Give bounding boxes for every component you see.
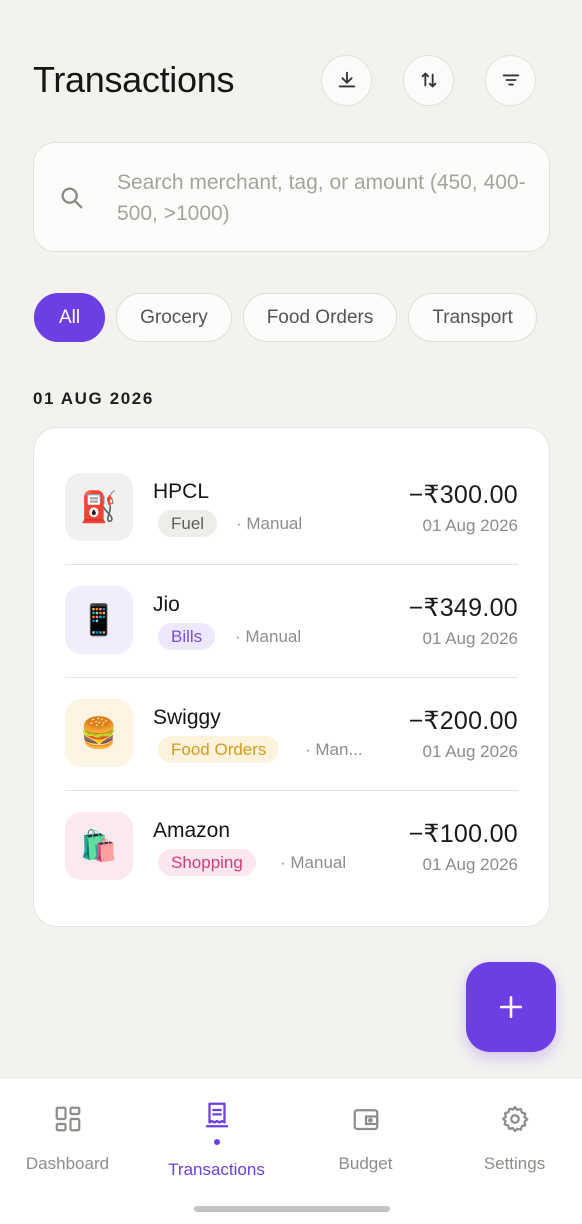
merchant-name: Swiggy bbox=[153, 706, 221, 729]
transactions-card: ⛽ HPCL Fuel · Manual −₹300.00 01 Aug 202… bbox=[33, 427, 550, 927]
transaction-date: 01 Aug 2026 bbox=[422, 742, 518, 761]
page-header: Transactions bbox=[33, 52, 536, 108]
source-label: · Manual bbox=[236, 514, 303, 533]
transaction-row[interactable]: 🛍️ Amazon Shopping · Manual −₹100.00 01 … bbox=[65, 790, 518, 903]
section-date: 01 AUG 2026 bbox=[33, 389, 154, 408]
source-text: Manual bbox=[246, 514, 303, 533]
category-tag: Bills bbox=[158, 623, 216, 650]
add-transaction-button[interactable] bbox=[466, 962, 556, 1052]
nav-transactions[interactable]: Transactions bbox=[144, 1078, 289, 1198]
category-tag: Shopping bbox=[158, 849, 256, 876]
download-icon bbox=[338, 71, 355, 88]
merchant-name: Amazon bbox=[153, 819, 231, 842]
source-label: · Manual bbox=[280, 853, 347, 872]
category-tag: Fuel bbox=[158, 510, 218, 537]
home-indicator bbox=[194, 1206, 390, 1212]
category-chips: All Grocery Food Orders Transport bbox=[34, 293, 550, 343]
gear-icon bbox=[501, 1106, 528, 1132]
download-button[interactable] bbox=[321, 54, 372, 106]
nav-label: Settings bbox=[483, 1154, 546, 1173]
transaction-date: 01 Aug 2026 bbox=[422, 629, 518, 648]
amount: −₹349.00 bbox=[408, 594, 518, 622]
fuel-pump-icon: ⛽ bbox=[65, 473, 133, 541]
search-icon bbox=[61, 187, 83, 209]
merchant-name: HPCL bbox=[153, 480, 210, 503]
chip-transport[interactable]: Transport bbox=[408, 293, 537, 342]
transaction-row[interactable]: ⛽ HPCL Fuel · Manual −₹300.00 01 Aug 202… bbox=[65, 428, 518, 541]
nav-label: Transactions bbox=[168, 1160, 265, 1179]
source-text: Manual bbox=[290, 853, 347, 872]
burger-icon: 🍔 bbox=[65, 699, 133, 767]
page-title: Transactions bbox=[33, 59, 235, 100]
nav-label: Budget bbox=[338, 1154, 393, 1173]
active-indicator bbox=[213, 1139, 220, 1145]
shopping-bags-icon: 🛍️ bbox=[65, 812, 133, 880]
plus-icon bbox=[499, 995, 523, 1019]
search-input[interactable]: Search merchant, tag, or amount (450, 40… bbox=[117, 167, 527, 229]
filter-button[interactable] bbox=[485, 54, 536, 106]
nav-label: Dashboard bbox=[25, 1154, 110, 1173]
chip-all[interactable]: All bbox=[34, 293, 106, 342]
chip-grocery[interactable]: Grocery bbox=[116, 293, 232, 342]
source-label: · Man... bbox=[305, 740, 363, 759]
amount: −₹300.00 bbox=[408, 481, 518, 509]
source-text: Man... bbox=[315, 740, 363, 759]
transaction-date: 01 Aug 2026 bbox=[422, 516, 518, 535]
dashboard-icon bbox=[55, 1106, 80, 1132]
transaction-row[interactable]: 📱 Jio Bills · Manual −₹349.00 01 Aug 202… bbox=[65, 564, 518, 677]
bottom-nav: Dashboard Transactions Budget Settings bbox=[0, 1077, 582, 1224]
sort-button[interactable] bbox=[403, 54, 454, 106]
header-actions bbox=[321, 54, 536, 106]
receipt-icon bbox=[205, 1102, 228, 1128]
search-box[interactable]: Search merchant, tag, or amount (450, 40… bbox=[33, 142, 550, 252]
nav-dashboard[interactable]: Dashboard bbox=[0, 1078, 140, 1198]
merchant-name: Jio bbox=[153, 593, 180, 616]
amount: −₹200.00 bbox=[408, 707, 518, 735]
transaction-date: 01 Aug 2026 bbox=[422, 855, 518, 874]
nav-budget[interactable]: Budget bbox=[293, 1078, 438, 1198]
source-label: · Manual bbox=[235, 627, 302, 646]
nav-settings[interactable]: Settings bbox=[442, 1078, 582, 1198]
sort-icon bbox=[421, 72, 436, 88]
amount: −₹100.00 bbox=[408, 820, 518, 848]
mobile-phone-icon: 📱 bbox=[65, 586, 133, 654]
chip-food-orders[interactable]: Food Orders bbox=[242, 293, 398, 342]
transaction-row[interactable]: 🍔 Swiggy Food Orders · Man... −₹200.00 0… bbox=[65, 677, 518, 790]
filter-icon bbox=[502, 74, 519, 86]
category-tag: Food Orders bbox=[158, 736, 280, 763]
source-text: Manual bbox=[245, 627, 302, 646]
wallet-icon bbox=[353, 1109, 378, 1131]
